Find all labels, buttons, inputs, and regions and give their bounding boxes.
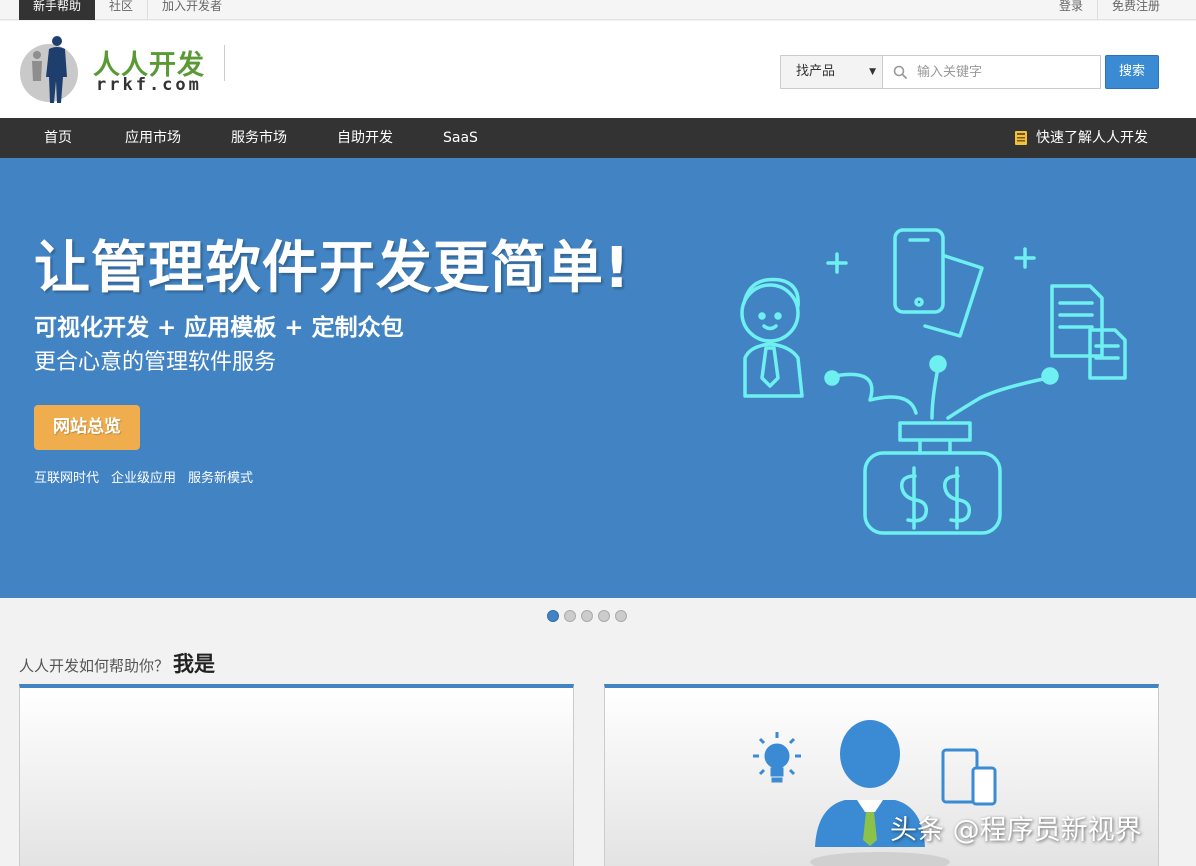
main-nav: 首页 应用市场 服务市场 自助开发 SaaS 快速了解人人开发 (0, 118, 1196, 158)
search-category-select[interactable]: 找产品 ▼ (780, 55, 883, 89)
search-category-value: 找产品 (796, 64, 836, 79)
carousel-indicators (547, 610, 632, 622)
register-link[interactable]: 免费注册 (1098, 0, 1160, 20)
top-link-help[interactable]: 新手帮助 (19, 0, 96, 20)
hero-illustration (740, 228, 1127, 535)
role-card-left[interactable] (19, 684, 574, 866)
watermark-text: 头条 @程序员新视界 (890, 815, 1142, 846)
logo-mark-icon (20, 36, 78, 103)
carousel-dot[interactable] (598, 610, 610, 622)
nav-item-app-market[interactable]: 应用市场 (97, 118, 206, 158)
nav-item-service-market[interactable]: 服务市场 (206, 118, 312, 158)
hero-banner: 让管理软件开发更简单! 可视化开发 + 应用模板 + 定制众包 更合心意的管理软… (0, 158, 1196, 598)
document-icon (1050, 284, 1127, 380)
nav-item-home[interactable]: 首页 (19, 118, 97, 158)
section-question: 人人开发如何帮助你？ (19, 657, 170, 675)
phone-icon (893, 228, 984, 338)
section-title: 我是 (173, 652, 216, 676)
carousel-dot[interactable] (564, 610, 576, 622)
logo-divider (224, 45, 225, 81)
hero-tag: 服务新模式 (188, 471, 254, 486)
quick-intro-link[interactable]: 快速了解人人开发 (1014, 118, 1148, 158)
person-icon (740, 277, 804, 398)
site-overview-button[interactable]: 网站总览 (34, 405, 140, 450)
header: 人人开发 rrkf.com 找产品 ▼ 搜索 (0, 21, 1196, 118)
search-button[interactable]: 搜索 (1105, 55, 1159, 89)
top-bar-right: 登录 免费注册 (1045, 0, 1160, 20)
carousel-dot[interactable] (615, 610, 627, 622)
hero-subtitle: 可视化开发 + 应用模板 + 定制众包 (34, 315, 404, 341)
hero-description: 更合心意的管理软件服务 (34, 350, 277, 375)
carousel-dot[interactable] (581, 610, 593, 622)
top-link-community[interactable]: 社区 (95, 0, 149, 20)
devices-icon (941, 748, 997, 806)
logo[interactable]: 人人开发 rrkf.com (19, 33, 225, 109)
nav-item-self-develop[interactable]: 自助开发 (312, 118, 418, 158)
hero-title: 让管理软件开发更简单! (34, 236, 631, 301)
quick-intro-label: 快速了解人人开发 (1036, 130, 1148, 146)
top-link-join-developer[interactable]: 加入开发者 (148, 0, 236, 20)
login-link[interactable]: 登录 (1045, 0, 1098, 20)
brand-domain: rrkf.com (96, 75, 202, 95)
book-icon (1015, 131, 1027, 145)
hero-tag: 互联网时代 (34, 471, 100, 486)
money-box-icon (863, 421, 1002, 535)
lightbulb-icon (753, 732, 801, 783)
carousel-dot[interactable] (547, 610, 559, 622)
section-heading: 人人开发如何帮助你？ 我是 (19, 648, 215, 678)
search-bar: 找产品 ▼ 搜索 (780, 55, 1159, 89)
nav-item-saas[interactable]: SaaS (418, 118, 503, 158)
search-box (883, 55, 1101, 89)
hero-tags: 互联网时代 企业级应用 服务新模式 (34, 467, 265, 486)
top-bar-left: 新手帮助 社区 加入开发者 (19, 0, 236, 20)
search-input[interactable] (917, 62, 1093, 82)
nav-items: 首页 应用市场 服务市场 自助开发 SaaS (19, 118, 503, 158)
hero-tag: 企业级应用 (111, 471, 177, 486)
chevron-down-icon: ▼ (869, 67, 876, 77)
top-bar: 新手帮助 社区 加入开发者 登录 免费注册 (0, 0, 1196, 20)
search-icon (893, 65, 908, 80)
